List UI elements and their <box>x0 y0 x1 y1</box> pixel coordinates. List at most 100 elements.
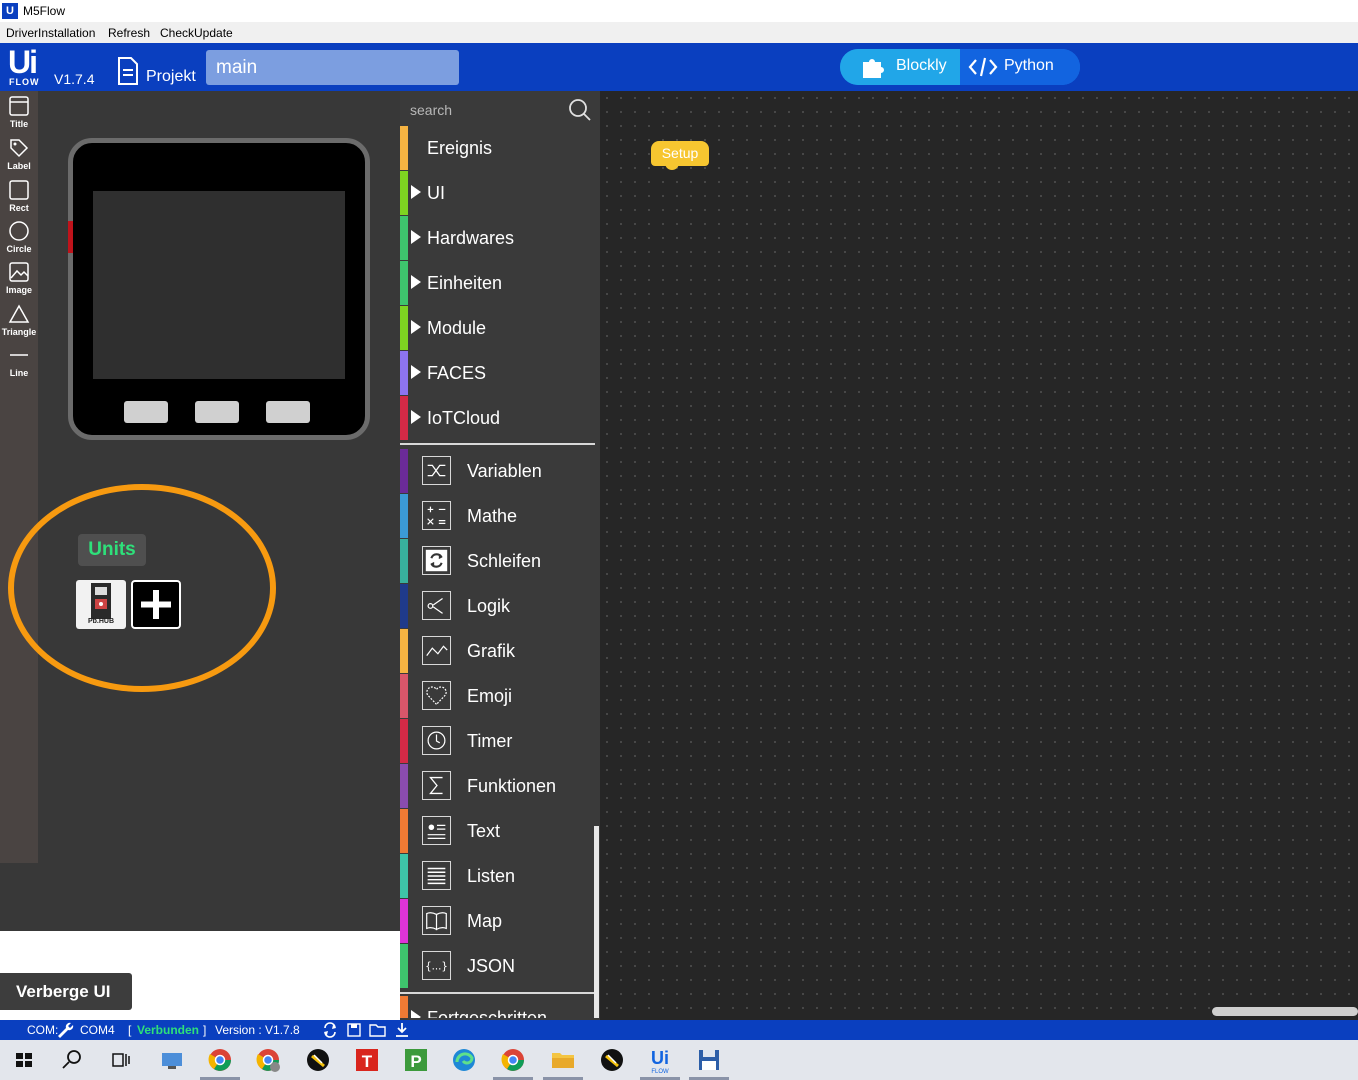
category-color-bar <box>400 449 408 493</box>
project-file-icon[interactable] <box>117 57 139 85</box>
loop-icon <box>422 546 451 575</box>
com-label: COM: <box>27 1023 59 1037</box>
category-mathe[interactable]: Mathe <box>400 494 595 538</box>
save-icon[interactable] <box>346 1022 362 1038</box>
uiflow-taskbar-icon[interactable]: UiFLOW <box>644 1044 676 1076</box>
blockly-mode-button[interactable]: Blockly <box>840 49 960 85</box>
category-faces[interactable]: FACES <box>400 351 595 395</box>
category-hardwares[interactable]: Hardwares <box>400 216 595 260</box>
blockly-workspace[interactable] <box>600 91 1358 1020</box>
category-schleifen[interactable]: Schleifen <box>400 539 595 583</box>
variable-icon <box>422 456 451 485</box>
category-grafik[interactable]: Grafik <box>400 629 595 673</box>
sync-icon[interactable] <box>322 1022 338 1038</box>
category-iotcloud[interactable]: IoTCloud <box>400 396 595 440</box>
chrome-icon[interactable] <box>497 1044 529 1076</box>
inkscape-icon[interactable] <box>302 1044 334 1076</box>
open-folder-icon[interactable] <box>369 1022 387 1038</box>
workspace-horizontal-scrollbar[interactable] <box>1212 1007 1358 1016</box>
category-color-bar <box>400 396 408 440</box>
tool-circle[interactable]: Circle <box>0 218 38 258</box>
sigma-icon <box>422 771 451 800</box>
category-funktionen[interactable]: Funktionen <box>400 764 595 808</box>
wrench-icon[interactable] <box>56 1022 74 1038</box>
menu-check-update[interactable]: CheckUpdate <box>160 26 233 40</box>
category-logik[interactable]: Logik <box>400 584 595 628</box>
category-divider <box>400 992 595 994</box>
category-timer[interactable]: Timer <box>400 719 595 763</box>
category-color-bar <box>400 216 408 260</box>
menu-driver-installation[interactable]: DriverInstallation <box>6 26 95 40</box>
category-emoji[interactable]: Emoji <box>400 674 595 718</box>
expand-arrow-icon <box>411 410 421 424</box>
tool-title[interactable]: Title <box>0 93 38 133</box>
filename-input[interactable] <box>206 50 459 85</box>
category-text[interactable]: Text <box>400 809 595 853</box>
setup-block[interactable]: Setup <box>651 141 709 166</box>
tool-rect[interactable]: Rect <box>0 177 38 217</box>
hide-ui-button[interactable]: Verberge UI <box>0 973 132 1010</box>
category-color-bar <box>400 171 408 215</box>
category-variablen[interactable]: Variablen <box>400 449 595 493</box>
logic-icon <box>422 591 451 620</box>
category-ereignis[interactable]: Ereignis <box>400 126 595 170</box>
tool-label[interactable]: Label <box>0 135 38 175</box>
app-logo-icon: U <box>2 3 18 19</box>
status-bracket-close: ] <box>203 1023 207 1037</box>
download-icon[interactable] <box>394 1022 410 1038</box>
edge-browser-icon[interactable] <box>448 1044 480 1076</box>
line-icon <box>10 354 28 356</box>
app-version: V1.7.4 <box>54 71 95 87</box>
category-color-bar <box>400 854 408 898</box>
category-fortgeschritten[interactable]: Fortgeschritten <box>400 996 595 1018</box>
category-color-bar <box>400 809 408 853</box>
desktop-app-icon[interactable] <box>156 1044 188 1076</box>
tool-triangle[interactable]: Triangle <box>0 301 38 341</box>
category-map[interactable]: Map <box>400 899 595 943</box>
device-button-a <box>124 401 168 423</box>
expand-arrow-icon <box>411 230 421 244</box>
menu-bar: DriverInstallation Refresh CheckUpdate <box>0 22 1358 43</box>
search-input[interactable]: search <box>410 102 452 118</box>
status-bar: COM: COM4 [ Verbunden ] Version : V1.7.8 <box>0 1020 1358 1040</box>
category-module[interactable]: Module <box>400 306 595 350</box>
category-color-bar <box>400 126 408 170</box>
chrome-profile-icon[interactable] <box>204 1044 236 1076</box>
file-explorer-icon[interactable] <box>547 1044 579 1076</box>
search-icon[interactable] <box>568 98 592 122</box>
expand-arrow-icon <box>411 365 421 379</box>
category-scrollbar[interactable] <box>594 826 599 1018</box>
floppy-app-icon[interactable] <box>693 1044 725 1076</box>
tool-image[interactable]: Image <box>0 259 38 299</box>
window-titlebar: U M5Flow <box>0 0 1358 22</box>
inkscape-2-icon[interactable] <box>596 1044 628 1076</box>
category-search: search <box>400 91 600 128</box>
uiflow-logo: Ui FLOW <box>8 44 40 87</box>
preview-panel-fill <box>0 863 38 931</box>
python-mode-button[interactable]: Python <box>960 49 1080 85</box>
code-icon <box>968 57 998 77</box>
category-divider <box>400 443 595 445</box>
expand-arrow-icon <box>411 275 421 289</box>
category-json[interactable]: {...} JSON <box>400 944 595 988</box>
firmware-version: Version : V1.7.8 <box>215 1023 300 1037</box>
heart-icon <box>422 681 451 710</box>
tool-line[interactable]: Line <box>0 342 38 382</box>
category-listen[interactable]: Listen <box>400 854 595 898</box>
task-view-icon[interactable] <box>104 1044 136 1076</box>
t-app-icon[interactable]: T <box>351 1044 383 1076</box>
status-bracket-open: [ <box>128 1023 132 1037</box>
svg-text:Ui: Ui <box>651 1048 669 1068</box>
ui-tools-sidebar: Title Label Rect Circle Image Triangle L… <box>0 91 38 863</box>
device-screen-canvas[interactable] <box>93 191 345 379</box>
chrome-profile-2-icon[interactable] <box>252 1044 284 1076</box>
windows-start-icon[interactable] <box>8 1044 40 1076</box>
project-menu-button[interactable]: Projekt <box>146 68 196 86</box>
category-einheiten[interactable]: Einheiten <box>400 261 595 305</box>
p-app-icon[interactable]: P <box>400 1044 432 1076</box>
math-icon <box>422 501 451 530</box>
category-ui[interactable]: UI <box>400 171 595 215</box>
menu-refresh[interactable]: Refresh <box>108 26 150 40</box>
category-color-bar <box>400 674 408 718</box>
search-taskbar-icon[interactable] <box>56 1044 88 1076</box>
